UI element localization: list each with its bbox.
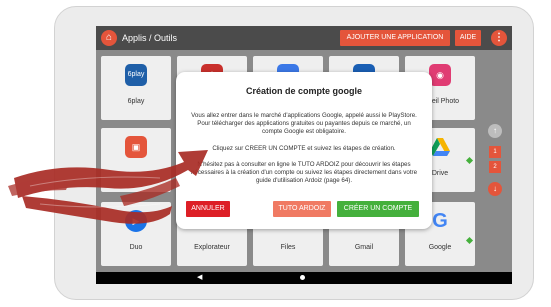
pointer-arrow-icon bbox=[8, 150, 208, 224]
